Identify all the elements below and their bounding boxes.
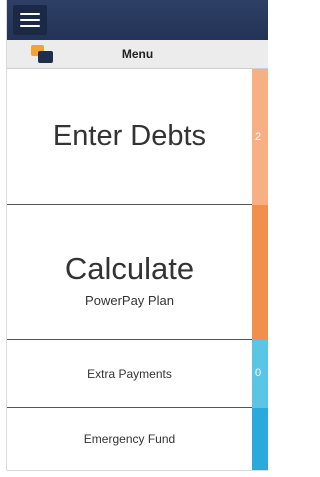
title-bar <box>7 0 268 40</box>
debts-count: 2 <box>255 131 262 143</box>
hamburger-icon <box>20 19 40 21</box>
extra-payments-title: Extra Payments <box>87 366 172 381</box>
debts-count-stripe: 2 <box>252 69 268 205</box>
extra-payments-card[interactable]: Extra Payments <box>7 340 252 408</box>
calculate-subtitle: PowerPay Plan <box>85 292 174 308</box>
app-window: Menu Enter Debts 2 Calculate PowerPay Pl… <box>7 0 268 470</box>
hamburger-menu-button[interactable] <box>13 5 47 35</box>
hamburger-icon <box>20 13 40 15</box>
extra-payments-stripe: 0 <box>252 340 268 408</box>
enter-debts-card[interactable]: Enter Debts <box>7 69 252 205</box>
calculate-card[interactable]: Calculate PowerPay Plan <box>7 205 252 340</box>
menu-bar: Menu <box>7 40 268 69</box>
menu-title[interactable]: Menu <box>7 40 268 68</box>
calculate-stripe <box>252 205 268 340</box>
calculate-title: Calculate <box>64 250 195 286</box>
hamburger-icon <box>20 25 40 27</box>
emergency-fund-card[interactable]: Emergency Fund <box>7 408 252 470</box>
extra-payments-count: 0 <box>255 367 262 379</box>
enter-debts-title: Enter Debts <box>52 120 207 152</box>
emergency-fund-title: Emergency Fund <box>83 432 176 446</box>
emergency-fund-stripe <box>252 408 268 470</box>
